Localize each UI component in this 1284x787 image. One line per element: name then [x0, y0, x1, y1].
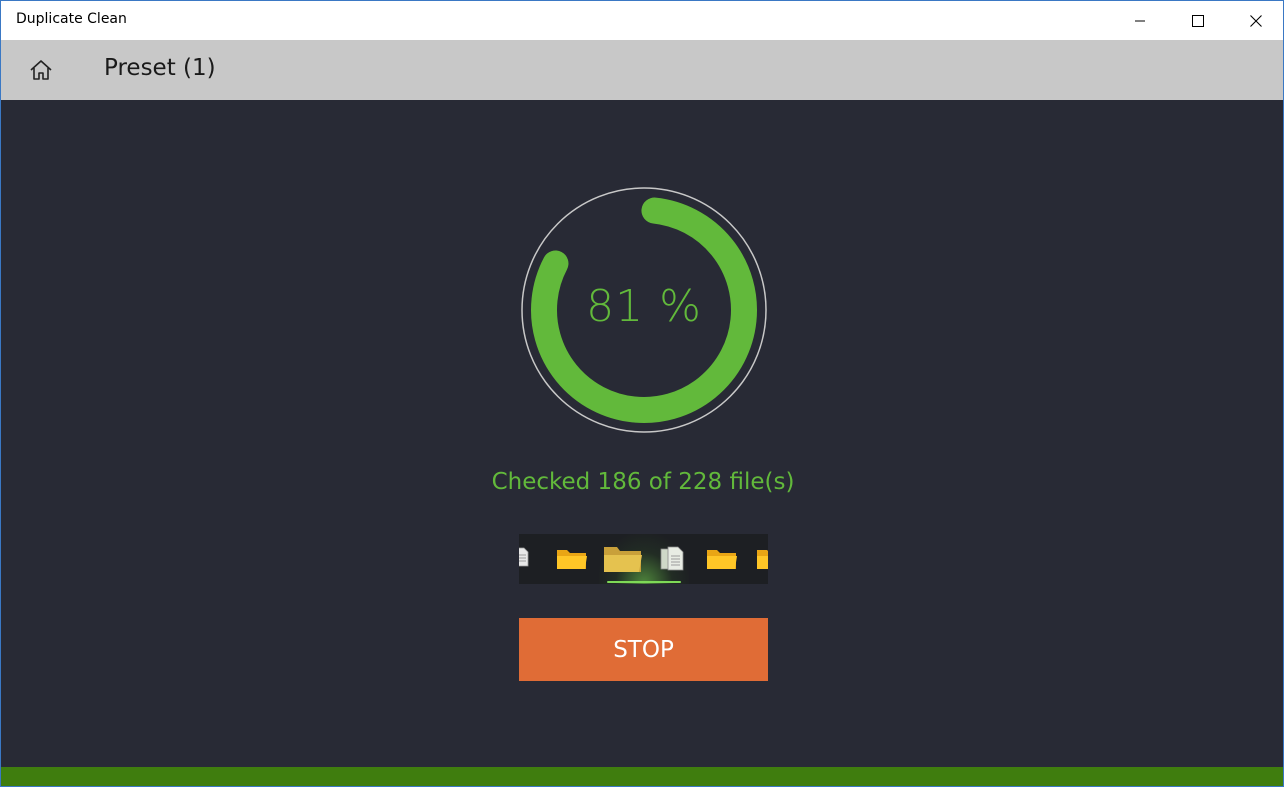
- maximize-icon: [1192, 14, 1204, 27]
- progress-status: Checked 186 of 228 file(s): [491, 469, 795, 495]
- stop-button[interactable]: STOP: [519, 618, 768, 681]
- home-icon: [30, 60, 52, 80]
- folder-icon: [557, 550, 587, 569]
- close-icon: [1250, 14, 1262, 27]
- close-button[interactable]: [1227, 1, 1283, 40]
- window-title: Duplicate Clean: [16, 11, 127, 27]
- title-bar: Duplicate Clean: [1, 1, 1283, 40]
- minimize-icon: [1135, 20, 1145, 21]
- app-window: Duplicate Clean Preset (1) 81 % Checked …: [0, 0, 1284, 787]
- home-button[interactable]: [19, 52, 63, 88]
- folder-icon: [707, 550, 737, 569]
- folder-icon: [604, 547, 642, 572]
- document-icon: [519, 547, 529, 567]
- scan-strip: [519, 534, 768, 584]
- scan-highlight-line: [607, 581, 681, 583]
- nav-bar: Preset (1): [1, 40, 1283, 100]
- folder-icon: [757, 550, 768, 569]
- document-icon: [660, 546, 684, 571]
- progress-percent: 81 %: [586, 281, 702, 332]
- maximize-button[interactable]: [1169, 1, 1227, 40]
- page-title: Preset (1): [104, 55, 216, 81]
- minimize-button[interactable]: [1111, 1, 1169, 40]
- footer-progress-bar: [1, 767, 1283, 786]
